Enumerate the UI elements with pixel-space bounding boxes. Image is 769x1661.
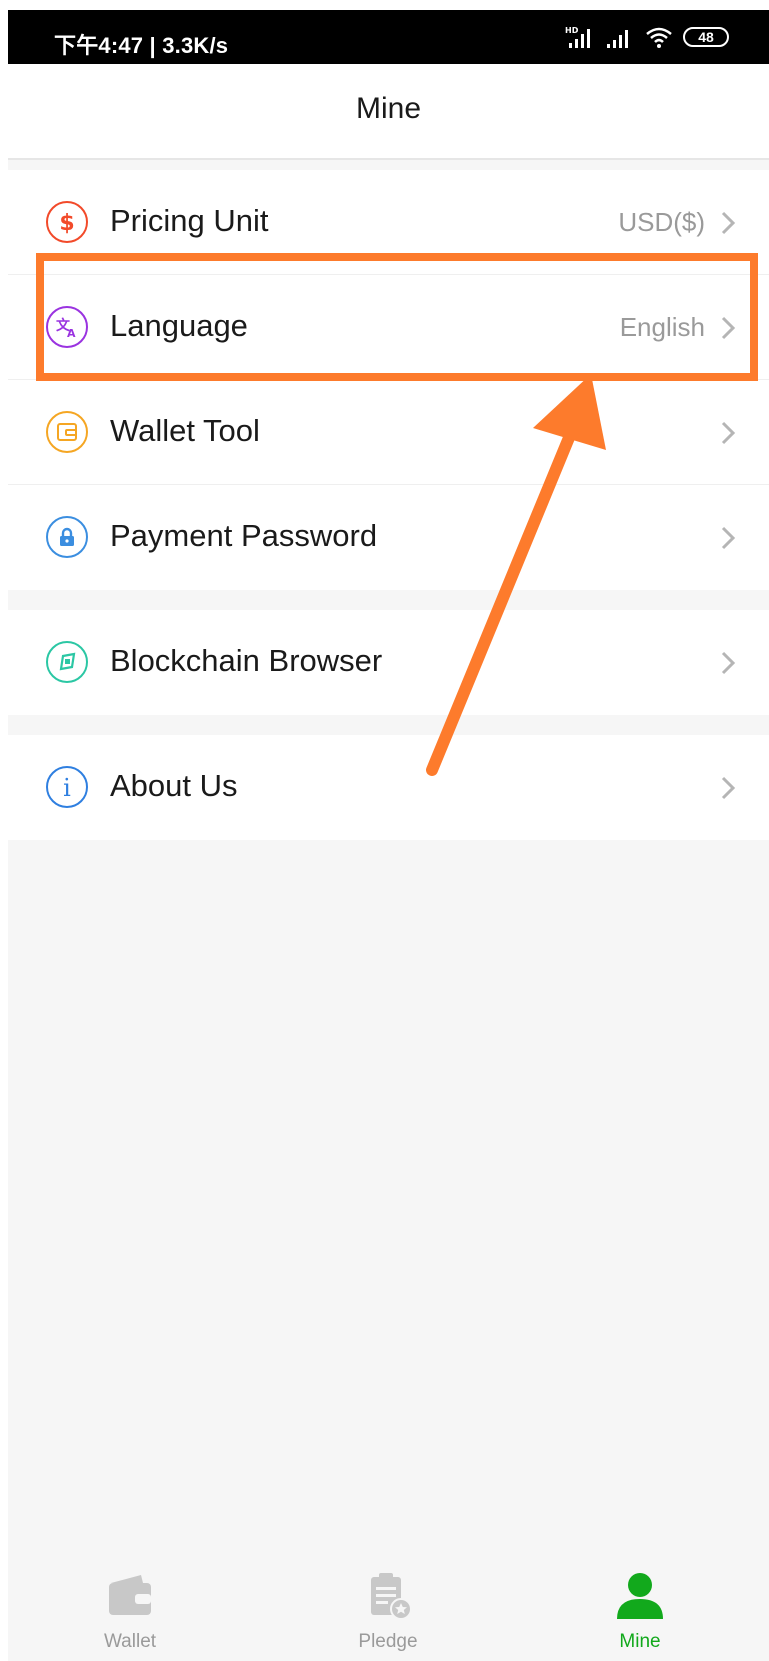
pledge-icon (371, 1573, 412, 1620)
tab-mine[interactable]: Mine (560, 1549, 720, 1661)
dollar-icon: $ (46, 201, 88, 243)
svg-text:i: i (63, 774, 71, 800)
svg-text:HD: HD (565, 26, 579, 35)
page-title: Mine (355, 92, 422, 125)
app-screen: 下午4:47 | 3.3K/s HD 48 Mine $ Pricing Uni… (8, 10, 769, 1661)
battery-level: 48 (698, 29, 714, 45)
translate-icon: 文 A (46, 306, 88, 348)
svg-text:$: $ (59, 211, 74, 235)
row-blockchain-browser[interactable]: Blockchain Browser (8, 610, 769, 715)
chevron-right-icon (721, 526, 736, 550)
wallet-icon (109, 1575, 151, 1615)
chevron-right-icon (721, 421, 736, 445)
tab-label: Pledge (358, 1631, 418, 1652)
page-header: Mine (8, 64, 769, 160)
status-icons: HD 48 (565, 24, 729, 50)
row-label: About Us (110, 768, 238, 803)
row-pricing-unit[interactable]: $ Pricing Unit USD($) (8, 170, 769, 275)
tab-wallet[interactable]: Wallet (50, 1549, 210, 1661)
status-bar: 下午4:47 | 3.3K/s HD 48 (8, 10, 769, 64)
battery-indicator: 48 (683, 27, 729, 47)
info-icon: i (46, 766, 88, 808)
wallet-tool-icon (46, 411, 88, 453)
row-language[interactable]: 文 A Language English (8, 275, 769, 380)
settings-group-account: $ Pricing Unit USD($) 文 A Language Engli… (8, 170, 769, 590)
chevron-right-icon (721, 211, 736, 235)
person-icon (617, 1573, 663, 1619)
lock-icon (46, 516, 88, 558)
status-time: 下午4:47 | 3.3K/s (54, 33, 229, 58)
row-value: English (619, 312, 705, 342)
settings-group-about: i About Us (8, 735, 769, 840)
tab-pledge[interactable]: Pledge (308, 1549, 468, 1661)
row-wallet-tool[interactable]: Wallet Tool (8, 380, 769, 485)
bottom-tab-bar: Wallet Pledge Mine (8, 1549, 769, 1661)
row-value: USD($) (618, 207, 705, 237)
wifi-icon (646, 27, 672, 48)
svg-text:A: A (67, 327, 76, 340)
row-label: Language (110, 308, 248, 343)
chevron-right-icon (721, 651, 736, 675)
row-label: Blockchain Browser (110, 643, 383, 678)
settings-group-blockchain: Blockchain Browser (8, 610, 769, 715)
row-label: Payment Password (110, 518, 378, 553)
chevron-right-icon (721, 316, 736, 340)
row-label: Wallet Tool (110, 413, 260, 448)
tab-label: Wallet (103, 1631, 157, 1652)
row-label: Pricing Unit (110, 203, 269, 238)
hd-signal-icon: HD (565, 26, 590, 48)
signal-icon (607, 30, 628, 48)
row-payment-password[interactable]: Payment Password (8, 485, 769, 590)
row-about-us[interactable]: i About Us (8, 735, 769, 840)
compass-icon (46, 641, 88, 683)
tab-label: Mine (619, 1631, 661, 1652)
chevron-right-icon (721, 776, 736, 800)
